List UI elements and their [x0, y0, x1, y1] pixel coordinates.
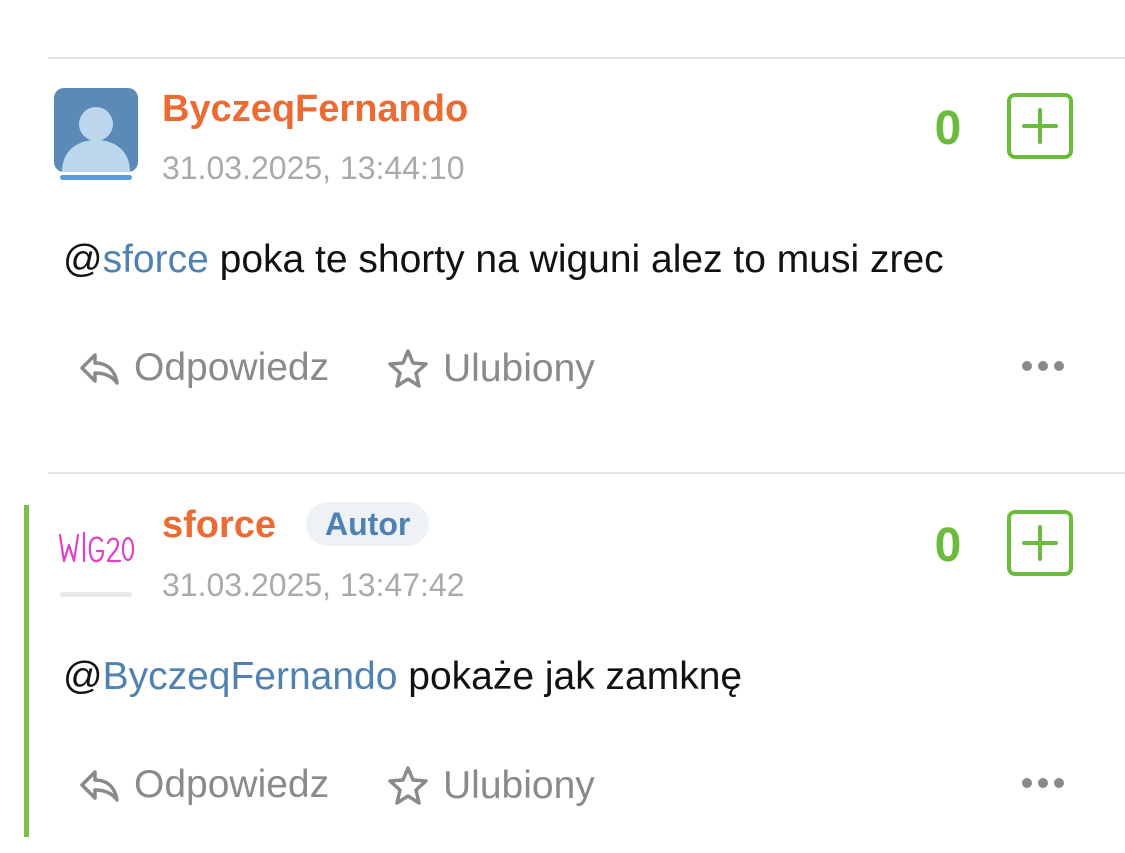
more-dot — [1054, 778, 1064, 788]
more-dot — [1054, 361, 1064, 371]
divider — [48, 57, 1125, 59]
plus-icon — [1022, 108, 1058, 144]
more-dots-icon — [1022, 361, 1032, 371]
handwritten-wig20-avatar-icon — [58, 531, 135, 563]
reply-label: Odpowiedz — [134, 346, 330, 389]
author-highlight-bar — [24, 505, 29, 837]
favorite-label: Ulubiony — [443, 346, 595, 390]
user-silhouette-icon — [62, 107, 130, 172]
avatar-underline — [60, 175, 132, 180]
avatar-underline — [60, 592, 132, 597]
reply-arrow-icon — [80, 352, 119, 385]
more-dot — [1038, 778, 1048, 788]
favorite-label: Ulubiony — [443, 763, 595, 807]
avatar[interactable] — [54, 505, 138, 589]
favorite-button[interactable]: Ulubiony — [387, 765, 595, 805]
divider — [48, 472, 1125, 474]
avatar[interactable] — [54, 88, 138, 172]
mention-link[interactable]: @sforce — [63, 238, 209, 281]
comment-message: @sforce poka te shorty na wiguni alez to… — [63, 238, 944, 281]
star-outline-icon — [388, 349, 428, 388]
reply-label: Odpowiedz — [134, 763, 330, 806]
score: 0 — [934, 102, 962, 155]
upvote-button[interactable] — [1007, 93, 1073, 159]
reply-arrow-icon — [80, 769, 119, 802]
more-options-button[interactable] — [1022, 355, 1064, 377]
more-options-button[interactable] — [1022, 772, 1064, 794]
username[interactable]: ByczeqFernando — [162, 90, 468, 128]
upvote-button[interactable] — [1007, 510, 1073, 576]
reply-button[interactable]: Odpowiedz — [78, 348, 329, 387]
favorite-button[interactable]: Ulubiony — [387, 348, 595, 388]
score: 0 — [934, 519, 962, 572]
author-badge: Autor — [306, 502, 430, 546]
more-dots-icon — [1022, 778, 1032, 788]
comment-message: @ByczeqFernando pokaże jak zamknę — [63, 655, 743, 698]
star-outline-icon — [388, 766, 428, 805]
more-dot — [1038, 361, 1048, 371]
plus-icon — [1022, 525, 1058, 561]
timestamp: 31.03.2025, 13:44:10 — [162, 150, 465, 186]
mention-link[interactable]: @ByczeqFernando — [63, 655, 397, 698]
username[interactable]: sforce — [162, 506, 276, 544]
reply-button[interactable]: Odpowiedz — [78, 765, 329, 804]
timestamp: 31.03.2025, 13:47:42 — [162, 567, 465, 603]
